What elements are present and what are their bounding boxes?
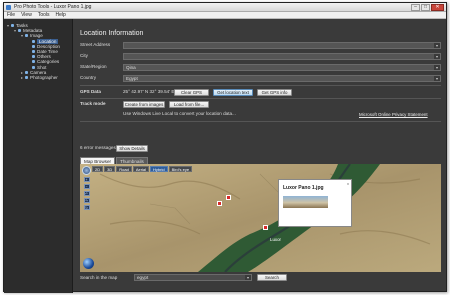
map-mode-birds-eye[interactable]: Bird's eye [168,166,193,172]
folder-icon [32,49,35,53]
photo-pin-marker[interactable] [263,225,268,230]
map-mode-3d[interactable]: 3D [104,166,116,172]
map-mode-road[interactable]: Road [116,166,132,172]
city-field[interactable]: ▾ [123,53,441,60]
rotate-left-button[interactable]: ↶ [83,191,90,196]
create-from-images-button[interactable]: Create from images [123,101,165,108]
divider [80,98,441,99]
photo-popup[interactable]: x Luxor Pano 1.jpg [278,179,352,227]
minimize-button[interactable]: – [411,4,420,11]
section-heading: Location Information [80,30,144,37]
divider [80,85,441,86]
zoom-in-button[interactable]: + [83,177,90,182]
view-tabs: Map Browser Thumbnails [80,157,148,164]
window-title: Pro Photo Tools - Luxor Pano 1.jpg [14,4,92,10]
photo-pin-marker[interactable] [226,195,231,200]
tree-item-label: Photographer [30,74,58,80]
privacy-statement-link[interactable]: Microsoft Online Privacy Statement [359,112,428,117]
divider [80,121,441,122]
close-button[interactable]: ✕ [431,4,444,11]
map-mode-toolbar: 2D 3D Road Aerial Hybrid Bird's eye [92,166,193,172]
folder-icon [11,24,14,27]
chevron-down-icon[interactable]: ▾ [434,76,440,81]
folder-icon [25,34,28,38]
get-location-text-button[interactable]: Get location text [213,89,253,96]
get-gps-info-button[interactable]: Get GPS info [257,89,292,96]
street-address-field[interactable]: ▾ [123,42,441,49]
menu-file[interactable]: File [7,12,15,18]
folder-icon [32,65,35,69]
state-label: State/Region [80,64,107,69]
map-view[interactable]: + − ↶ ↷ ↻ 2D 3D Road Aerial Hybrid Bird'… [80,164,441,272]
search-label: Search in the map [80,275,118,280]
pan-compass-icon[interactable] [82,166,91,175]
map-terrain [80,164,441,272]
menu-tools[interactable]: Tools [38,12,50,18]
globe-icon[interactable] [83,258,94,269]
chevron-down-icon[interactable]: ▾ [434,43,440,48]
tab-thumbnails[interactable]: Thumbnails [116,157,148,164]
chevron-down-icon[interactable]: ▾ [434,54,440,59]
title-bar[interactable]: Pro Photo Tools - Luxor Pano 1.jpg – □ ✕ [4,3,446,12]
rotate-right-button[interactable]: ↷ [83,198,90,203]
menu-help[interactable]: Help [56,12,66,18]
search-button[interactable]: Search [257,274,287,281]
folder-icon [18,29,21,33]
tab-map-browser[interactable]: Map Browser [80,157,116,164]
map-search-input[interactable]: egypt ▾ [134,274,252,281]
app-window: Pro Photo Tools - Luxor Pano 1.jpg – □ ✕… [3,2,447,293]
map-mode-aerial[interactable]: Aerial [132,166,150,172]
folder-icon [32,39,35,43]
street-label: Street Address [80,42,111,47]
place-label-luxor: Luxor [270,237,281,242]
error-count: 6 error messages [80,145,116,150]
chevron-down-icon[interactable]: ▾ [434,65,440,70]
note-text: Use Windows Live Local to convert your l… [123,111,236,116]
clear-gps-button[interactable]: Clear GPS [174,89,209,96]
search-value: egypt [137,275,149,280]
zoom-out-button[interactable]: − [83,184,90,189]
chevron-down-icon[interactable]: ▾ [245,275,251,280]
photo-pin-marker[interactable] [217,201,222,206]
country-field[interactable]: Egypt ▾ [123,75,441,82]
photo-thumbnail[interactable] [283,196,328,208]
track-mode-label: Track mode [80,101,106,106]
popup-title: Luxor Pano 1.jpg [283,185,324,191]
maximize-button[interactable]: □ [421,4,430,11]
folder-icon [32,60,35,64]
main-panel: Location Information Street Address ▾ Ci… [74,19,447,293]
map-mode-2d[interactable]: 2D [92,166,104,172]
load-from-file-button[interactable]: Load from file... [169,101,209,108]
city-label: City [80,53,88,58]
reset-view-button[interactable]: ↻ [83,205,90,210]
state-region-field[interactable]: Qina ▾ [123,64,441,71]
gps-value: 25° 42.97' N 32° 39.54' E [123,89,175,94]
folder-icon [25,70,28,74]
folder-icon [25,75,28,79]
show-details-button[interactable]: Show Details [116,145,148,152]
task-tree: ▾ Tasks ▾ Metadata ▾ Image Location Description… [4,19,73,293]
folder-icon [32,55,35,59]
folder-icon [32,44,35,48]
menu-view[interactable]: View [21,12,32,18]
map-mode-hybrid[interactable]: Hybrid [150,166,168,172]
state-value: Qina [126,65,136,70]
app-icon [6,5,11,10]
menu-bar: File View Tools Help [4,12,446,19]
map-nav-controls: + − ↶ ↷ ↻ [82,166,91,210]
country-label: Country [80,75,97,80]
gps-label: GPS Data [80,89,101,94]
popup-close-icon[interactable]: x [347,181,349,186]
collapsed-chevron-icon[interactable]: ▸ [21,75,24,80]
tree-item-photographer[interactable]: ▸ Photographer [4,75,72,80]
country-value: Egypt [126,76,138,81]
